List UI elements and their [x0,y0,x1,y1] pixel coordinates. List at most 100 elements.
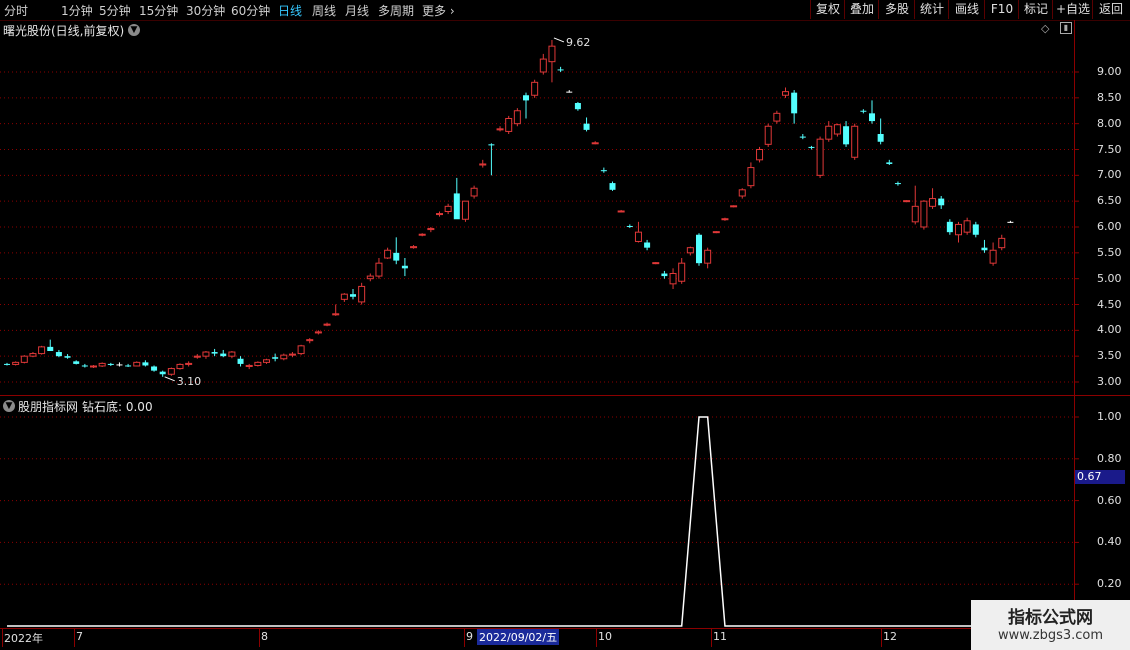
watermark-url: www.zbgs3.com [997,628,1104,643]
candle [306,338,314,344]
main-grid [0,71,1079,383]
candle [678,258,686,284]
candle-body [652,262,660,265]
candle [4,362,10,366]
candle-body [384,249,392,259]
x-tick-label: 2022年 [4,632,43,645]
candle [29,352,37,358]
candle-body [661,273,668,277]
candle-body [176,363,184,370]
candle-body [479,163,487,166]
candle-body [288,353,296,356]
candle-body [418,233,426,236]
candle-body [963,220,971,233]
sub-y-tick-label: 1.00 [1097,410,1122,423]
candle-body [263,359,270,363]
sub-y-tick-label: 0.20 [1097,577,1122,591]
candle-body [107,363,114,365]
candle-body [461,200,469,220]
candle [314,330,322,335]
candle [280,353,288,361]
y-tick-label: 5.50 [1097,245,1122,259]
candle-body [886,162,893,164]
candle [816,136,824,178]
candle-body [64,356,71,358]
x-tick-mark [881,629,882,647]
candle-body [972,224,979,235]
candle-body [427,228,435,231]
candle [453,177,460,220]
y-tick-label: 8.50 [1097,90,1122,104]
candle [245,363,253,370]
x-tick-label: 9 [466,630,473,643]
candle-body [773,112,781,122]
y-tick-label: 5.00 [1097,271,1122,285]
candle-body [47,346,54,351]
watermark-title: 指标公式网 [1008,608,1093,628]
candle [712,231,720,234]
candle-body [704,249,712,264]
candle [523,92,529,119]
candle [920,200,928,230]
candle-body [280,354,288,360]
candle-body [539,58,547,73]
candle-body [903,200,911,203]
candlestick-series [4,39,1014,377]
candle [176,363,184,370]
candle [470,185,478,199]
candle-body [55,352,62,357]
candle [669,268,677,289]
candle [972,221,979,238]
candle [393,237,400,265]
candle [851,123,859,160]
candle [661,270,668,279]
candle-body [4,363,10,365]
y-tick-label: 4.00 [1097,323,1122,337]
candle [911,185,919,225]
candle [332,304,340,316]
watermark: 指标公式网 www.zbgs3.com [971,600,1130,650]
candle [626,224,633,229]
candle-body [609,183,616,190]
candle-body [444,205,452,212]
y-tick-label: 7.00 [1097,168,1122,182]
y-tick-label: 6.50 [1097,194,1122,208]
candle [652,262,660,265]
candle [1007,220,1014,223]
candle [963,217,971,235]
candle-body [98,362,106,367]
candle [427,227,435,233]
max-price-label: 9.62 [566,36,591,49]
candle-body [747,167,755,187]
candle-body [730,205,738,208]
candle [886,159,893,165]
x-tick-label: 8 [261,630,268,643]
candle [366,273,374,282]
candle [505,115,513,134]
candle [531,79,539,98]
x-tick-label: 7 [76,630,83,643]
crosshair-date-box: 2022/09/02/五 [477,629,560,645]
candle [12,361,20,366]
candle [220,349,227,358]
chart-canvas[interactable]: 9.62 3.10 [0,0,1130,650]
y-tick-label: 3.50 [1097,349,1122,363]
candle-body [297,345,305,355]
candle-body [764,125,772,145]
candle [644,239,651,251]
candle-body [245,364,253,368]
candle [159,370,166,377]
candle [617,209,625,213]
candle-body [81,365,88,367]
x-tick-mark [596,629,597,647]
candle [142,360,149,367]
candle [756,146,764,163]
candle-body [167,368,175,375]
candle [825,121,833,142]
candle [946,219,953,235]
candle-body [314,331,322,334]
candle-body [600,170,607,172]
candle-body [911,205,919,223]
candle [877,118,884,145]
candle-body [237,358,244,364]
